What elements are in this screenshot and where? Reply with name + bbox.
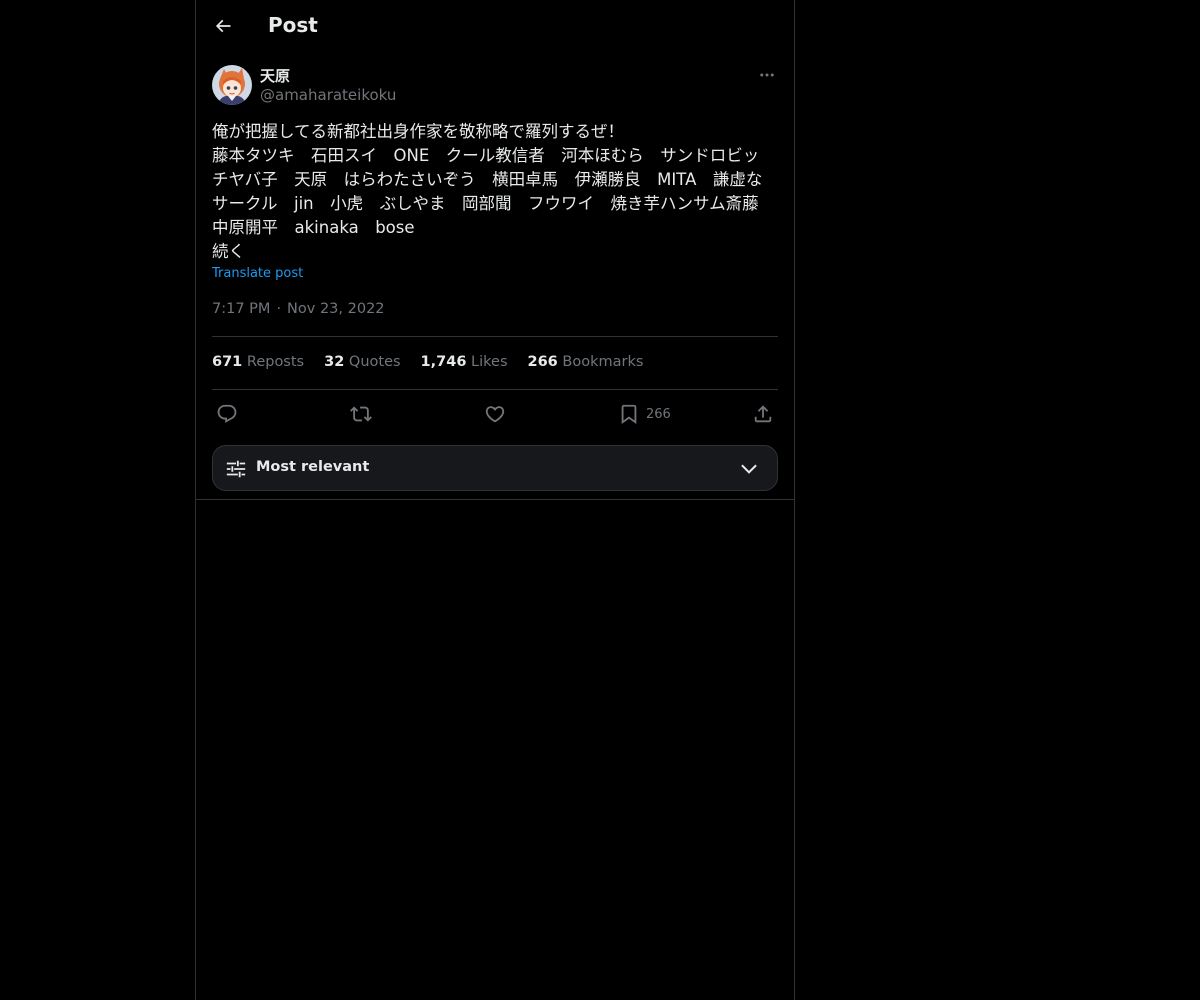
post-text-line: チヤバ子 天原 はらわたさいぞう 横田卓馬 伊瀬勝良 MITA 謙虚な [212,170,763,189]
bookmark-icon [621,404,637,425]
stat-likes[interactable]: 1,746 Likes [421,354,508,374]
post-text-line: 藤本タツキ 石田スイ ONE クール教信者 河本ほむら サンドロビッ [212,146,760,165]
post-date[interactable]: Nov 23, 2022 [287,301,384,317]
post-actions: 266 [212,401,778,427]
stat-count: 32 [324,354,345,370]
like-button[interactable] [484,401,506,427]
replies-sort-dropdown[interactable]: Most relevant [212,445,778,491]
reply-icon [217,404,237,423]
post-time[interactable]: 7:17 PM [212,301,270,317]
more-horizontal-icon [760,73,774,77]
back-button[interactable] [206,9,240,43]
stat-label: Bookmarks [562,354,644,370]
repost-button[interactable] [350,401,372,427]
avatar[interactable] [212,65,252,105]
more-options-button[interactable] [756,64,778,86]
divider [212,389,778,390]
chevron-down-icon [741,464,757,474]
page-title: Post [268,13,318,37]
post-timestamp: 7:17 PM · Nov 23, 2022 [212,301,385,317]
stat-reposts[interactable]: 671 Reposts [212,354,304,374]
avatar-illustration [212,65,252,105]
post-text-line: 続く [212,242,245,261]
page-header: Post [196,0,794,54]
arrow-left-icon [215,19,231,33]
bookmark-count: 266 [646,406,671,422]
post-text: 俺が把握してる新都社出身作家を敬称略で羅列するぜ！ 藤本タツキ 石田スイ ONE… [212,120,778,264]
author-handle[interactable]: @amaharateikoku [260,86,396,104]
post-text-line: 俺が把握してる新都社出身作家を敬称略で羅列するぜ！ [212,122,625,141]
stat-label: Quotes [348,354,401,370]
stat-quotes[interactable]: 32 Quotes [324,354,400,374]
stat-label: Likes [471,354,508,370]
share-icon [754,405,772,423]
repost-icon [350,406,372,422]
stat-bookmarks[interactable]: 266 Bookmarks [528,354,644,374]
stat-count: 671 [212,354,243,370]
main-column: Post 天原 @amaharateikoku 俺が把握してる新都社出身作家を敬… [195,0,795,1000]
sliders-icon [226,460,246,478]
stat-label: Reposts [246,354,305,370]
bookmark-button[interactable]: 266 [618,401,671,427]
stat-count: 266 [527,354,558,370]
post-text-line: サークル jin 小虎 ぶしやま 岡部聞 フウワイ 焼き芋ハンサム斎藤 [212,194,759,213]
reply-button[interactable] [216,401,238,427]
divider [212,336,778,337]
post-text-line: 中原開平 akinaka bose [212,218,415,237]
section-divider [196,499,794,500]
stat-count: 1,746 [420,354,467,370]
sort-label: Most relevant [256,459,370,475]
timestamp-separator: · [276,301,282,317]
share-button[interactable] [752,401,774,427]
post-detail: 天原 @amaharateikoku 俺が把握してる新都社出身作家を敬称略で羅列… [212,64,778,491]
translate-post-link[interactable]: Translate post [212,266,303,281]
post-stats: 671 Reposts 32 Quotes 1,746 Likes 266 Bo… [212,354,663,374]
heart-icon [485,406,505,423]
author-display-name[interactable]: 天原 [260,65,290,86]
author-row: 天原 @amaharateikoku [212,64,778,108]
